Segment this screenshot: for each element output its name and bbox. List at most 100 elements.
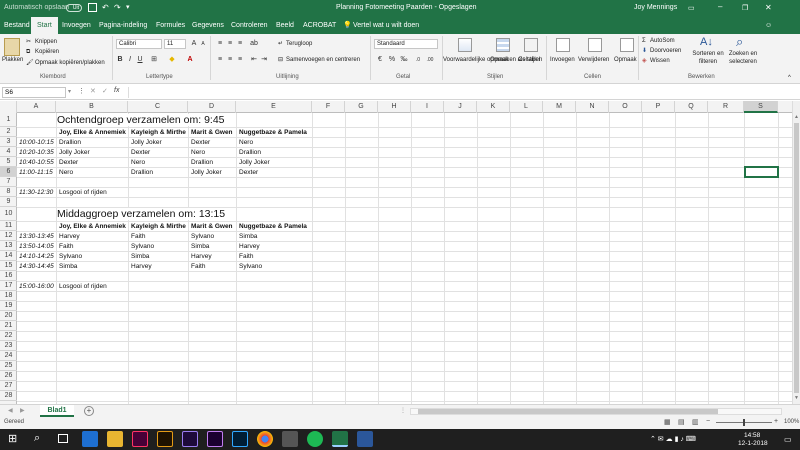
- share-icon[interactable]: ☺: [765, 17, 772, 34]
- zoom-slider-thumb[interactable]: [743, 419, 745, 426]
- horse-cell[interactable]: Jolly Joker: [59, 148, 90, 157]
- tab-gegevens[interactable]: Gegevens: [192, 17, 224, 34]
- horse-cell[interactable]: Faith: [239, 252, 253, 261]
- increase-decimal-icon[interactable]: .0: [414, 56, 422, 64]
- clear-button[interactable]: Wissen: [650, 57, 670, 65]
- undo-icon[interactable]: ↶: [102, 3, 109, 12]
- time-slot[interactable]: 10:00-10:15: [19, 138, 54, 147]
- after-effects-icon[interactable]: [207, 431, 223, 447]
- row-header[interactable]: 13: [0, 241, 17, 251]
- fill-color-icon[interactable]: ◆: [168, 56, 176, 64]
- sort-filter-button[interactable]: Sorteren en filteren: [690, 50, 726, 66]
- paste-icon[interactable]: [4, 38, 20, 56]
- page-break-icon[interactable]: ▥: [692, 418, 699, 426]
- file-explorer-icon[interactable]: [107, 431, 123, 447]
- time-slot[interactable]: 13:30-13:45: [19, 232, 54, 241]
- column-header[interactable]: K: [477, 101, 510, 113]
- name-box-dropdown-icon[interactable]: ▾: [68, 88, 71, 95]
- horse-cell[interactable]: Faith: [131, 232, 145, 241]
- horse-cell[interactable]: Drallion: [131, 168, 153, 177]
- premiere-icon[interactable]: [182, 431, 198, 447]
- row-header[interactable]: 15: [0, 261, 17, 271]
- row-header[interactable]: 21: [0, 321, 17, 331]
- row-header[interactable]: 1: [0, 113, 17, 127]
- insert-cells-icon[interactable]: [556, 38, 570, 52]
- column-header[interactable]: L: [510, 101, 543, 113]
- row-header[interactable]: 27: [0, 381, 17, 391]
- format-cells-icon[interactable]: [620, 38, 634, 52]
- horse-cell[interactable]: Simba: [191, 242, 209, 251]
- bold-icon[interactable]: B: [116, 56, 124, 64]
- row-header[interactable]: 12: [0, 231, 17, 241]
- time-slot[interactable]: 11:30-12:30: [19, 188, 53, 197]
- horse-cell[interactable]: Nero: [59, 168, 73, 177]
- windows-start-icon[interactable]: ⊞: [8, 433, 17, 445]
- customize-qat-icon[interactable]: ▾: [126, 3, 130, 11]
- align-left-icon[interactable]: ≡: [216, 56, 224, 64]
- prev-sheet-icon[interactable]: ◀: [8, 407, 13, 414]
- fill-button[interactable]: Doorvoeren: [650, 47, 681, 55]
- cell-styles-icon[interactable]: [524, 38, 538, 52]
- notifications-icon[interactable]: ▭: [784, 435, 792, 444]
- column-header[interactable]: I: [411, 101, 444, 113]
- add-sheet-icon[interactable]: +: [84, 406, 94, 416]
- horse-cell[interactable]: Simba: [59, 262, 77, 271]
- find-select-button[interactable]: Zoeken en selecteren: [724, 50, 762, 66]
- normal-view-icon[interactable]: ▦: [664, 418, 671, 426]
- horse-cell[interactable]: Drallion: [59, 138, 81, 147]
- comma-style-icon[interactable]: ‰: [400, 56, 408, 64]
- worksheet-grid[interactable]: Ochtendgroep verzamelen om: 9:45 Joy, El…: [17, 113, 792, 404]
- group-header[interactable]: Nuggetbaze & Pamela: [239, 128, 307, 137]
- horse-cell[interactable]: Faith: [191, 262, 205, 271]
- shrink-font-icon[interactable]: A: [199, 40, 207, 48]
- copy-button[interactable]: Kopiëren: [35, 48, 59, 56]
- morning-heading[interactable]: Ochtendgroep verzamelen om: 9:45: [57, 114, 231, 126]
- autosum-button[interactable]: AutoSom: [650, 37, 675, 45]
- group-header[interactable]: Joy, Elke & Annemiek: [59, 128, 126, 137]
- next-sheet-icon[interactable]: ▶: [20, 407, 25, 414]
- horse-cell[interactable]: Nero: [131, 158, 145, 167]
- align-middle-icon[interactable]: ≡: [226, 40, 234, 48]
- number-format-select[interactable]: Standaard: [374, 39, 438, 49]
- autosave-label[interactable]: Automatisch opslaan: [4, 4, 69, 11]
- row-header[interactable]: 2: [0, 127, 17, 137]
- column-header[interactable]: F: [312, 101, 345, 113]
- column-header[interactable]: J: [444, 101, 477, 113]
- group-header[interactable]: Marit & Gwen: [191, 222, 233, 231]
- indesign-icon[interactable]: [132, 431, 148, 447]
- horse-cell[interactable]: Harvey: [191, 252, 212, 261]
- align-top-icon[interactable]: ≡: [216, 40, 224, 48]
- format-cells-button[interactable]: Opmaak: [614, 56, 637, 64]
- cancel-icon[interactable]: ✕: [90, 87, 96, 95]
- align-right-icon[interactable]: ≡: [236, 56, 244, 64]
- save-icon[interactable]: [88, 3, 97, 12]
- orientation-icon[interactable]: ab: [250, 40, 258, 48]
- horse-cell[interactable]: Harvey: [131, 262, 152, 271]
- tab-pagina-indeling[interactable]: Pagina-indeling: [99, 17, 147, 34]
- row-header[interactable]: 10: [0, 207, 17, 221]
- row-header[interactable]: 11: [0, 221, 17, 231]
- chrome-icon[interactable]: [257, 431, 273, 447]
- align-bottom-icon[interactable]: ≡: [236, 40, 244, 48]
- horse-cell[interactable]: Sylvano: [239, 262, 262, 271]
- horse-cell[interactable]: Dexter: [191, 138, 210, 147]
- horse-cell[interactable]: Jolly Joker: [131, 138, 162, 147]
- column-header[interactable]: G: [345, 101, 378, 113]
- time-slot[interactable]: 15:00-16:00: [19, 282, 54, 291]
- zoom-out-icon[interactable]: −: [706, 418, 710, 425]
- indent-increase-icon[interactable]: ⇥: [260, 56, 268, 64]
- time-slot[interactable]: 13:50-14:05: [19, 242, 54, 251]
- time-slot[interactable]: 14:10-14:25: [19, 252, 54, 261]
- excel-taskbar-icon[interactable]: [332, 431, 348, 447]
- afternoon-heading[interactable]: Middaggroep verzamelen om: 13:15: [57, 208, 232, 220]
- group-header[interactable]: Nuggetbaze & Pamela: [239, 222, 307, 231]
- tab-invoegen[interactable]: Invoegen: [62, 17, 91, 34]
- photoshop-icon[interactable]: [232, 431, 248, 447]
- delete-cells-icon[interactable]: [588, 38, 602, 52]
- user-name[interactable]: Joy Mennings: [634, 4, 677, 11]
- row-header[interactable]: 14: [0, 251, 17, 261]
- horse-cell[interactable]: Simba: [131, 252, 149, 261]
- group-header[interactable]: Kayleigh & Mirthe: [131, 222, 186, 231]
- selected-cell[interactable]: [744, 166, 779, 178]
- taskbar-time[interactable]: 14:58: [744, 432, 760, 439]
